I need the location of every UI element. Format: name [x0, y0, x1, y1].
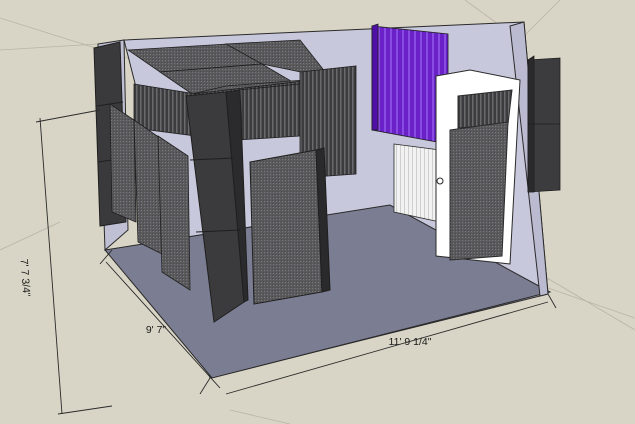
depth-dimension-label: 9' 7"	[146, 324, 167, 336]
height-dimension-label: 7' 7 3/4"	[18, 258, 33, 297]
width-dimension-label: 11' 9 1/4"	[389, 336, 432, 348]
louvered-door	[393, 143, 441, 223]
door-knob-icon	[436, 177, 444, 185]
right-bass-trap	[527, 55, 561, 193]
open-door	[435, 69, 521, 265]
gobo-panel	[249, 147, 331, 305]
room-diagram: 7' 7 3/4" 9' 7" 11' 9 1/4"	[0, 0, 635, 424]
